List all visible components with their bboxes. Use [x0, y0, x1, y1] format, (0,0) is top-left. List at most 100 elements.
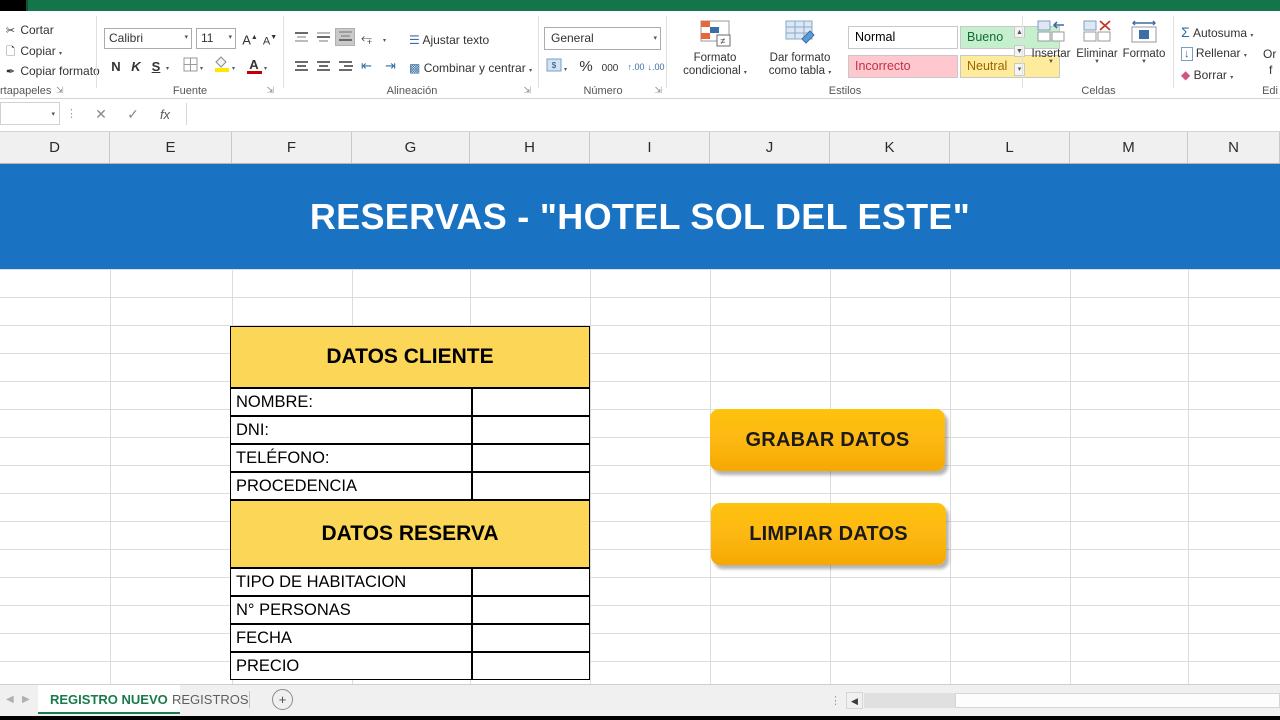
styles-scroll-down[interactable]: ▼: [1014, 45, 1025, 57]
horizontal-scrollbar-thumb[interactable]: [955, 693, 1280, 708]
merge-center-caret-icon[interactable]: ▾: [529, 68, 532, 74]
sheet-nav-prev-icon[interactable]: ◀: [6, 694, 14, 705]
comma-format-button[interactable]: 000: [598, 59, 622, 79]
underline-caret-icon[interactable]: ▾: [166, 65, 169, 72]
font-size-combo[interactable]: 11 ▾: [196, 28, 236, 49]
borders-caret-icon[interactable]: ▾: [200, 65, 203, 72]
accept-icon[interactable]: ✓: [120, 104, 146, 125]
name-box[interactable]: ▾: [0, 102, 60, 125]
number-format-combo[interactable]: General ▾: [544, 27, 661, 50]
autosum-caret-icon[interactable]: ▾: [1250, 33, 1253, 39]
style-normal[interactable]: Normal: [848, 26, 958, 49]
field-input-tipo-habitacion[interactable]: [472, 568, 590, 596]
field-input-telefono[interactable]: [472, 444, 590, 472]
conditional-format-caret-icon[interactable]: ▾: [744, 70, 747, 76]
sheet-tab-registro-nuevo[interactable]: REGISTRO NUEVO: [38, 685, 180, 714]
shrink-font-button[interactable]: A▼: [260, 28, 280, 48]
align-left-icon[interactable]: [291, 59, 311, 77]
font-color-caret-icon[interactable]: ▾: [264, 65, 267, 72]
field-input-n-personas[interactable]: [472, 596, 590, 624]
fill-color-icon[interactable]: [212, 55, 232, 75]
column-header-l[interactable]: L: [950, 132, 1070, 163]
accounting-caret-icon[interactable]: ▾: [564, 66, 567, 73]
field-input-dni[interactable]: [472, 416, 590, 444]
increase-indent-icon[interactable]: ⇥: [385, 58, 405, 76]
bold-button[interactable]: N: [106, 57, 126, 77]
borders-icon[interactable]: [180, 57, 200, 77]
grow-font-button[interactable]: A▲: [240, 28, 260, 48]
font-color-icon[interactable]: A: [244, 55, 264, 75]
clear-button[interactable]: ◆ Borrar ▾: [1181, 68, 1233, 82]
number-format-caret-icon[interactable]: ▾: [653, 34, 657, 42]
worksheet-grid[interactable]: RESERVAS - "HOTEL SOL DEL ESTE" DATOS CL…: [0, 164, 1280, 684]
wrap-text-button[interactable]: ☰ Ajustar texto: [409, 33, 489, 47]
insert-cells-button[interactable]: Insertar ▼: [1028, 19, 1074, 65]
scroll-left-arrow[interactable]: ◀: [846, 692, 863, 709]
italic-button[interactable]: K: [126, 57, 146, 77]
field-input-fecha[interactable]: [472, 624, 590, 652]
clear-caret-icon[interactable]: ▾: [1230, 75, 1233, 81]
format-as-table-caret-icon[interactable]: ▾: [828, 70, 831, 76]
decrease-indent-icon[interactable]: ⇤: [361, 58, 381, 76]
styles-more[interactable]: ▾: [1014, 63, 1025, 76]
formula-input[interactable]: [186, 103, 1280, 125]
font-family-combo[interactable]: Calibri ▾: [104, 28, 192, 49]
decrease-decimal-icon[interactable]: ↓.00: [646, 57, 666, 77]
format-cells-button[interactable]: Formato ▼: [1120, 19, 1168, 65]
autosum-button[interactable]: Σ Autosuma ▾: [1181, 24, 1253, 40]
drag-grip-icon[interactable]: ⋮: [66, 107, 77, 120]
column-header-e[interactable]: E: [110, 132, 232, 163]
column-header-j[interactable]: J: [710, 132, 830, 163]
merge-center-button[interactable]: ▩ Combinar y centrar ▾: [409, 61, 532, 75]
delete-cells-button[interactable]: Eliminar ▼: [1074, 19, 1120, 65]
cancel-icon[interactable]: ✕: [88, 104, 114, 125]
field-input-precio[interactable]: [472, 652, 590, 680]
copy-caret-icon[interactable]: ▾: [59, 51, 62, 57]
font-size-caret-icon[interactable]: ▾: [228, 33, 232, 41]
fill-caret-icon[interactable]: ▾: [1244, 53, 1247, 59]
add-sheet-button[interactable]: +: [272, 689, 293, 710]
align-bottom-icon[interactable]: [335, 28, 355, 46]
sheet-tab-registros[interactable]: REGISTROS: [160, 685, 261, 714]
fill-color-caret-icon[interactable]: ▾: [232, 65, 235, 72]
styles-scroll-up[interactable]: ▲: [1014, 26, 1025, 38]
conditional-format-button[interactable]: ≠ Formato condicional ▾: [676, 19, 754, 80]
style-incorrecto[interactable]: Incorrecto: [848, 55, 958, 78]
clipboard-dialog-launcher[interactable]: ⇲: [56, 85, 64, 96]
name-box-caret-icon[interactable]: ▾: [51, 110, 55, 118]
insert-function-icon[interactable]: fx: [152, 104, 178, 125]
column-header-m[interactable]: M: [1070, 132, 1188, 163]
orientation-caret-icon[interactable]: ▾: [383, 37, 386, 44]
sheet-nav-next-icon[interactable]: ▶: [22, 694, 30, 705]
font-dialog-launcher[interactable]: ⇲: [266, 85, 274, 96]
column-header-g[interactable]: G: [352, 132, 470, 163]
column-header-k[interactable]: K: [830, 132, 950, 163]
cut-button[interactable]: ✂ Cortar: [4, 23, 54, 37]
accounting-format-icon[interactable]: $: [544, 58, 564, 78]
scroll-grip-icon[interactable]: ⋮: [830, 694, 841, 707]
percent-format-button[interactable]: %: [576, 57, 596, 77]
number-dialog-launcher[interactable]: ⇲: [654, 85, 662, 96]
alignment-dialog-launcher[interactable]: ⇲: [523, 85, 531, 96]
align-right-icon[interactable]: [335, 59, 355, 77]
column-header-n[interactable]: N: [1188, 132, 1280, 163]
column-header-i[interactable]: I: [590, 132, 710, 163]
align-center-icon[interactable]: [313, 59, 333, 77]
format-painter-button[interactable]: ✒ Copiar formato: [4, 64, 100, 78]
format-as-table-button[interactable]: Dar formato como tabla ▾: [760, 19, 840, 80]
font-family-caret-icon[interactable]: ▾: [184, 33, 188, 41]
fill-button[interactable]: ↓ Rellenar ▾: [1181, 46, 1247, 61]
copy-button[interactable]: 🗋 Copiar ▾: [4, 43, 62, 62]
align-middle-icon[interactable]: [313, 30, 333, 48]
field-input-nombre[interactable]: [472, 388, 590, 416]
orientation-icon[interactable]: ⥆: [361, 29, 381, 47]
grabar-datos-button[interactable]: GRABAR DATOS: [710, 409, 945, 471]
column-header-d[interactable]: D: [0, 132, 110, 163]
column-header-f[interactable]: F: [232, 132, 352, 163]
underline-button[interactable]: S: [146, 57, 166, 77]
limpiar-datos-button[interactable]: LIMPIAR DATOS: [711, 503, 946, 565]
field-input-procedencia[interactable]: [472, 472, 590, 500]
increase-decimal-icon[interactable]: ↑.00: [626, 57, 646, 77]
column-header-h[interactable]: H: [470, 132, 590, 163]
align-top-icon[interactable]: [291, 30, 311, 48]
